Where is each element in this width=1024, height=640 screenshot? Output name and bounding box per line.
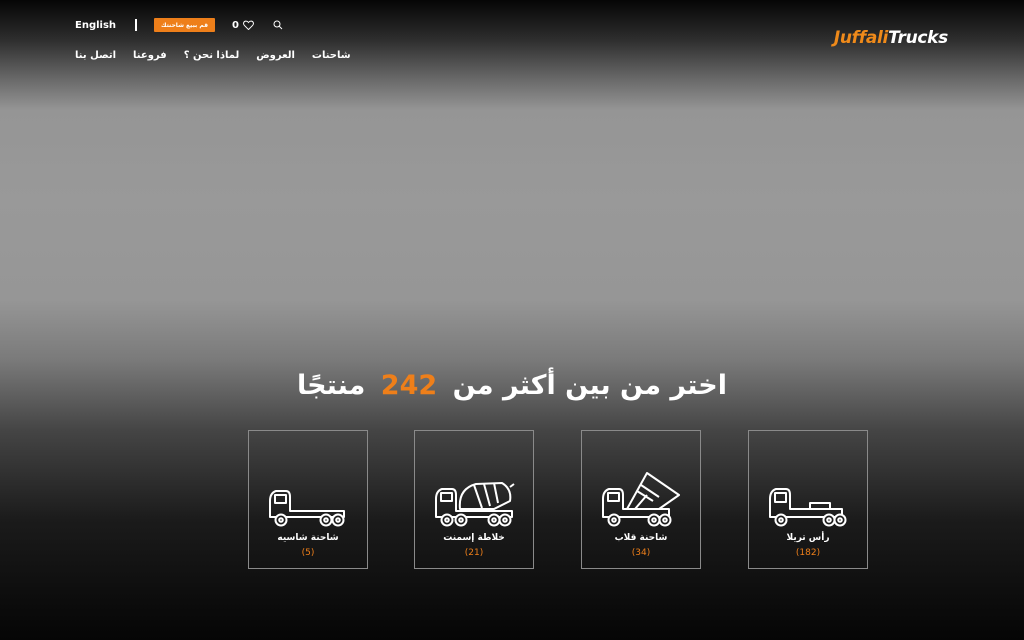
category-card-chassis-truck[interactable]: شاحنة شاسيه (5) — [248, 430, 368, 569]
headline-prefix: اختر من بين أكثر من — [452, 370, 727, 401]
dump-truck-icon — [602, 472, 680, 527]
category-card-cement-mixer[interactable]: خلاطة إسمنت (21) — [414, 430, 534, 569]
logo-part-juffali: Juffali — [833, 28, 889, 48]
category-card-dump-truck[interactable]: شاحنة قلاب (34) — [581, 430, 701, 569]
category-label: خلاطة إسمنت — [443, 533, 505, 543]
category-count: (34) — [631, 548, 651, 558]
tractor-head-icon — [769, 488, 847, 527]
search-button[interactable] — [273, 20, 283, 30]
nav-trucks[interactable]: شاحنات — [312, 50, 351, 61]
category-count: (21) — [464, 548, 484, 558]
category-label: شاحنة شاسيه — [277, 533, 339, 543]
page-headline: اختر من بين أكثر من 242 منتجًا — [0, 370, 1024, 401]
favorites-count: 0 — [232, 19, 239, 31]
category-card-tractor-head[interactable]: رأس تريلا (182) — [748, 430, 868, 569]
chassis-truck-icon — [269, 490, 345, 527]
favorites-button[interactable]: 0 — [232, 20, 254, 31]
headline-suffix: منتجًا — [297, 370, 366, 401]
search-icon — [273, 20, 283, 30]
cement-mixer-icon — [435, 482, 515, 527]
language-switch[interactable]: English — [75, 20, 135, 31]
category-label: رأس تريلا — [786, 533, 830, 543]
nav-branches[interactable]: فروعنا — [133, 50, 167, 61]
top-bar: English قم ببيع شاحنتك 0 — [75, 17, 283, 33]
logo-part-trucks: Trucks — [888, 28, 948, 48]
sell-truck-button[interactable]: قم ببيع شاحنتك — [154, 18, 216, 32]
headline-number: 242 — [380, 370, 438, 401]
category-count: (5) — [301, 548, 315, 558]
heart-icon — [243, 20, 254, 30]
logo[interactable]: JuffaliTrucks — [834, 28, 948, 48]
category-label: شاحنة قلاب — [614, 533, 668, 543]
nav-why-us[interactable]: لماذا نحن ؟ — [184, 50, 240, 61]
nav-contact[interactable]: اتصل بنا — [75, 50, 116, 61]
nav-offers[interactable]: العروض — [256, 50, 295, 61]
divider — [135, 19, 137, 31]
category-count: (182) — [795, 548, 821, 558]
main-nav: اتصل بنا فروعنا لماذا نحن ؟ العروض شاحنا… — [75, 50, 368, 61]
